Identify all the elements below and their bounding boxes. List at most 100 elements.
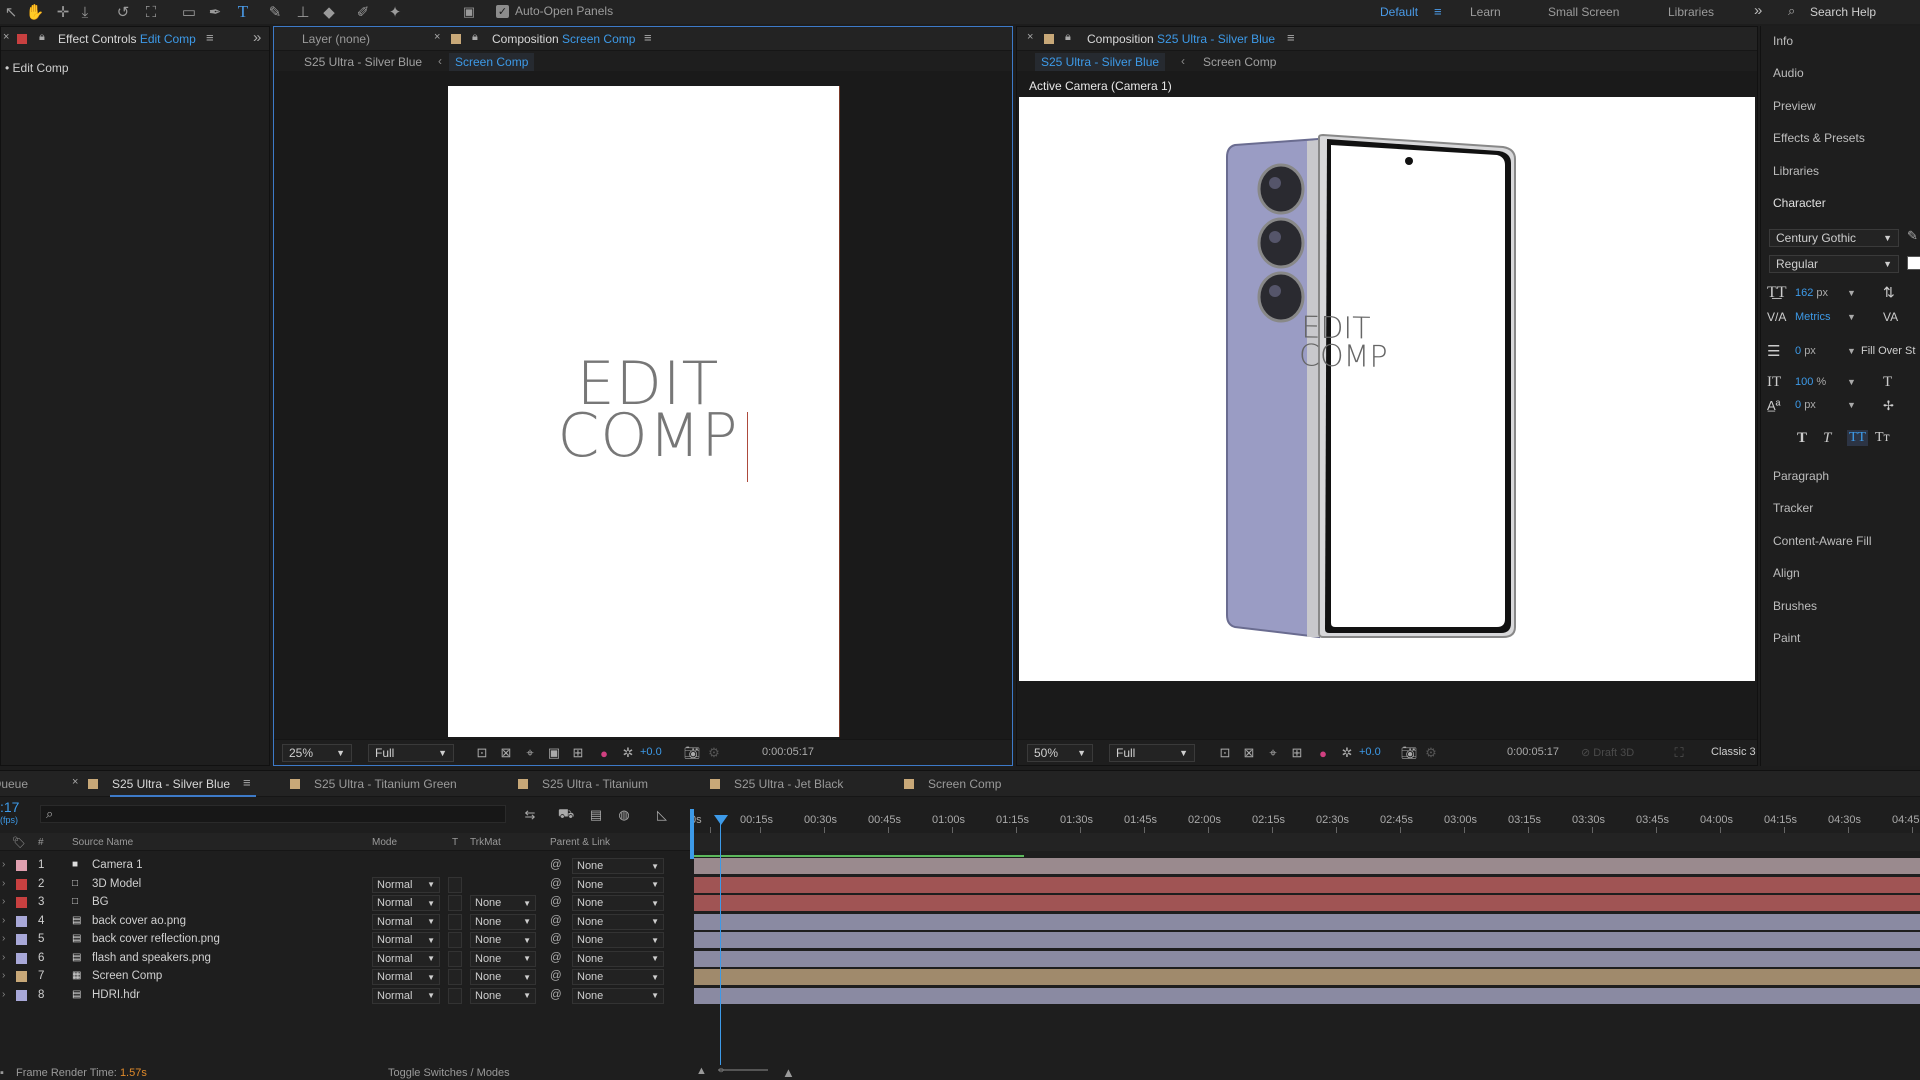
layer-duration-bar[interactable] (694, 932, 1920, 948)
preserve-transparency-toggle[interactable] (448, 969, 462, 985)
region-of-interest-icon[interactable]: ▣ (546, 745, 562, 761)
work-area-start[interactable] (690, 809, 694, 859)
lock-icon[interactable]: 🔒︎ (39, 31, 45, 44)
roto-brush-tool-icon[interactable]: ✐ (352, 1, 374, 23)
workspace-menu-icon[interactable]: ≡ (1434, 4, 1442, 19)
close-tab-icon[interactable]: × (1027, 31, 1033, 43)
snapshot-icon[interactable]: 📷︎ (1401, 745, 1418, 761)
pen-tool-icon[interactable]: ✒ (204, 1, 226, 23)
layer-label-color[interactable] (16, 971, 27, 982)
label-column-icon[interactable]: 🏷︎ (12, 836, 26, 849)
close-tab-icon[interactable]: × (434, 31, 440, 43)
zoom-in-icon[interactable]: ▲ (782, 1065, 795, 1080)
layer-name[interactable]: flash and speakers.png (92, 952, 211, 964)
preserve-transparency-toggle[interactable] (448, 932, 462, 948)
layer-label-color[interactable] (16, 934, 27, 945)
mask-path-icon[interactable]: ⌖ (1265, 745, 1281, 761)
clone-stamp-tool-icon[interactable]: ⊥ (292, 1, 314, 23)
layer-parent-dropdown[interactable]: None ▼ (572, 987, 664, 1004)
selection-tool-icon[interactable]: ↖ (0, 1, 22, 23)
workspace-libraries[interactable]: Libraries (1668, 5, 1714, 19)
eraser-tool-icon[interactable]: ◆ (318, 1, 340, 23)
panel-menu-icon[interactable]: ≡ (1287, 30, 1295, 45)
column-trkmat[interactable]: TrkMat (470, 837, 501, 848)
layer-trkmat-dropdown[interactable]: None ▼ (470, 913, 536, 930)
expand-chevron-icon[interactable]: › (2, 989, 5, 1000)
magnification-dropdown[interactable]: 25% ▼ (282, 744, 352, 762)
layer-duration-bar[interactable] (694, 858, 1920, 874)
rectangle-tool-icon[interactable]: ▭ (178, 1, 200, 23)
panel-effects-presets[interactable]: Effects & Presets (1773, 131, 1865, 145)
layer-trkmat-dropdown[interactable]: None ▼ (470, 932, 536, 948)
timeline-tab-titanium-green[interactable]: S25 Ultra - Titanium Green (314, 777, 457, 791)
magnification-dropdown[interactable]: 50% ▼ (1027, 744, 1093, 762)
layer-row[interactable]: › 4 ▤ back cover ao.png Normal ▼ None ▼ @ None ▼ (0, 913, 690, 931)
pick-whip-icon[interactable]: @ (550, 952, 562, 964)
column-mode[interactable]: Mode (372, 837, 397, 848)
layer-label-color[interactable] (16, 860, 27, 871)
close-tab-icon[interactable]: × (3, 31, 9, 43)
layer-parent-dropdown[interactable]: None ▼ (572, 876, 664, 893)
zoom-slider-thumb[interactable]: ○ (718, 1065, 724, 1076)
faux-italic-icon[interactable]: T (1823, 430, 1831, 447)
panel-preview[interactable]: Preview (1773, 99, 1816, 113)
pick-whip-icon[interactable]: @ (550, 859, 562, 871)
timeline-tab-jet-black[interactable]: S25 Ultra - Jet Black (734, 777, 843, 791)
orbit-tool-icon[interactable]: ⤓ (74, 1, 96, 23)
expand-chevron-icon[interactable]: › (2, 952, 5, 963)
grid-guides-icon[interactable]: ⊞ (570, 745, 586, 761)
panel-libraries[interactable]: Libraries (1773, 164, 1819, 178)
layer-name[interactable]: back cover reflection.png (92, 933, 220, 945)
reset-exposure-icon[interactable]: ✲ (1339, 745, 1355, 761)
fast-previews-icon[interactable]: ⊡ (474, 745, 490, 761)
toggle-switches-modes-button[interactable]: Toggle Switches / Modes (388, 1067, 510, 1079)
layer-row[interactable]: › 6 ▤ flash and speakers.png Normal ▼ None ▼ @ No… (0, 950, 690, 968)
show-snapshot-icon[interactable]: ⚙ (706, 745, 722, 761)
comp-canvas[interactable]: EDIT COMP (448, 86, 840, 737)
breadcrumb-item[interactable]: Screen Comp (1203, 55, 1276, 69)
workspace-learn[interactable]: Learn (1470, 5, 1501, 19)
preserve-transparency-toggle[interactable] (448, 913, 462, 930)
panel-paint[interactable]: Paint (1773, 631, 1800, 645)
pick-whip-icon[interactable]: @ (550, 989, 562, 1001)
layer-mode-dropdown[interactable]: Normal ▼ (372, 913, 440, 930)
fast-previews-icon[interactable]: ⊡ (1217, 745, 1233, 761)
layer-mode-dropdown[interactable]: Normal ▼ (372, 876, 440, 893)
composition-tab-silver-blue[interactable]: Composition S25 Ultra - Silver Blue (1087, 32, 1275, 46)
expand-chevron-icon[interactable]: › (2, 859, 5, 870)
kerning-value[interactable]: Metrics (1795, 311, 1830, 323)
pan-behind-tool-icon[interactable]: ⛶ (140, 1, 162, 23)
column-t[interactable]: T (452, 837, 458, 848)
expand-chevron-icon[interactable]: › (2, 970, 5, 981)
layer-parent-dropdown[interactable]: None ▼ (572, 932, 664, 948)
workspace-small-screen[interactable]: Small Screen (1548, 5, 1619, 19)
stroke-style-dropdown[interactable]: Fill Over St (1861, 345, 1915, 357)
layer-name[interactable]: 3D Model (92, 878, 141, 890)
shy-layers-icon[interactable]: ▤ (588, 807, 604, 823)
current-time-display[interactable]: 0:00:05:17 (1507, 746, 1559, 758)
workspace-overflow-icon[interactable]: » (1754, 2, 1762, 19)
layer-label-color[interactable] (16, 952, 27, 964)
layer-duration-bar[interactable] (694, 895, 1920, 911)
channel-icon[interactable]: ● (596, 745, 612, 761)
frame-blending-icon[interactable]: ◍ (616, 807, 632, 823)
layer-row[interactable]: › 3 □ BG Normal ▼ None ▼ @ None ▼ (0, 894, 690, 912)
layer-mode-dropdown[interactable]: Normal ▼ (372, 969, 440, 985)
comp-canvas[interactable]: EDIT COMP (1019, 97, 1755, 681)
layer-duration-bar[interactable] (694, 969, 1920, 985)
expand-chevron-icon[interactable]: › (2, 878, 5, 889)
expand-chevron-icon[interactable]: › (2, 933, 5, 944)
channel-icon[interactable]: ● (1315, 745, 1331, 761)
zoom-tool-icon[interactable]: ✛ (52, 1, 74, 23)
pick-whip-icon[interactable]: @ (550, 970, 562, 982)
eyedropper-icon[interactable]: ✎ (1907, 228, 1918, 244)
layer-label-color[interactable] (16, 878, 27, 890)
layer-trkmat-dropdown[interactable]: None ▼ (470, 987, 536, 1004)
layer-duration-bar[interactable] (694, 913, 1920, 930)
all-caps-icon[interactable]: TT (1847, 430, 1869, 446)
timeline-current-time[interactable]: :17 (0, 799, 19, 815)
composition-tab-screen-comp[interactable]: Composition Screen Comp (492, 32, 635, 46)
layer-mode-dropdown[interactable]: Normal ▼ (372, 987, 440, 1004)
layer-tab[interactable]: Layer (none) (302, 32, 370, 46)
layer-label-color[interactable] (16, 915, 27, 927)
